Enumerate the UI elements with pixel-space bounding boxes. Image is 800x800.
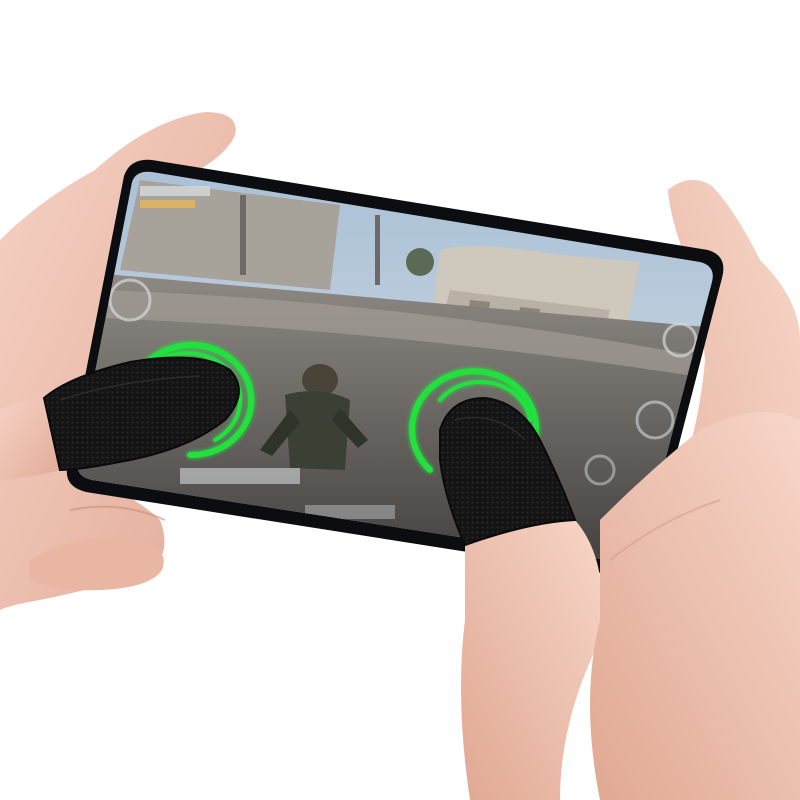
hud-bar-top-left	[140, 186, 210, 196]
product-photo	[0, 0, 800, 800]
hud-bar-bottom	[180, 468, 300, 484]
